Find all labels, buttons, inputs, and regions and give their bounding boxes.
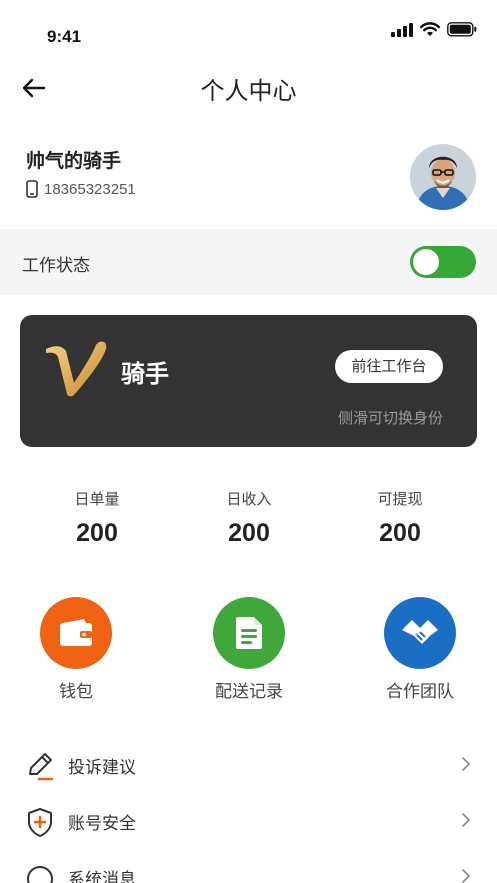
partner-team-button[interactable]: 合作团队 (360, 597, 480, 702)
signal-icon (391, 22, 413, 37)
delivery-records-circle (213, 597, 285, 669)
stat-value: 200 (76, 519, 118, 547)
page-title: 个人中心 (200, 77, 297, 105)
phone-icon (26, 180, 38, 198)
delivery-records-label: 配送记录 (215, 682, 283, 702)
stat-label: 日单量 (74, 490, 120, 508)
nav-bar: 个人中心 (0, 60, 497, 116)
chevron-right-icon (462, 813, 470, 827)
v-logo-icon (46, 341, 107, 397)
stats-row: 日单量 200 日收入 200 可提现 200 (0, 488, 497, 558)
menu-item-system-messages[interactable]: 系统消息 (0, 852, 497, 883)
stat-value: 200 (379, 519, 421, 547)
chevron-right-icon (462, 869, 470, 883)
profile-phone: 18365323251 (26, 180, 136, 198)
menu-list: 投诉建议 账号安全 系统消息 (0, 740, 497, 883)
status-time: 9:41 (47, 27, 82, 46)
role-name: 骑手 (121, 360, 169, 388)
pen-icon (29, 753, 54, 781)
battery-icon (447, 22, 477, 37)
menu-label: 系统消息 (68, 870, 136, 883)
partner-team-circle (384, 597, 456, 669)
menu-item-complaints[interactable]: 投诉建议 (0, 740, 497, 796)
go-to-workbench-button[interactable]: 前往工作台 (335, 350, 443, 383)
shield-icon (28, 808, 52, 837)
work-status-row: 工作状态 (0, 229, 497, 295)
menu-label: 投诉建议 (68, 758, 136, 778)
status-bar: 9:41 (0, 0, 497, 60)
work-status-label: 工作状态 (22, 256, 90, 276)
wallet-icon (60, 619, 92, 646)
toggle-knob (413, 249, 439, 275)
menu-label: 账号安全 (68, 814, 136, 834)
profile-name: 帅气的骑手 (26, 150, 122, 172)
handshake-icon (402, 620, 438, 644)
message-icon (27, 866, 53, 883)
document-icon (236, 617, 262, 649)
work-status-toggle[interactable] (410, 246, 476, 278)
profile-section: 帅气的骑手 18365323251 (0, 130, 497, 226)
avatar[interactable] (410, 144, 476, 210)
delivery-records-button[interactable]: 配送记录 (189, 597, 309, 702)
partner-team-label: 合作团队 (386, 682, 454, 702)
wallet-label: 钱包 (59, 682, 93, 702)
avatar-image (410, 144, 476, 210)
status-icons (391, 22, 477, 37)
stat-value: 200 (228, 519, 270, 547)
menu-item-account-security[interactable]: 账号安全 (0, 796, 497, 852)
quick-actions: 钱包 配送记录 合作团队 (0, 597, 497, 707)
chevron-right-icon (462, 757, 470, 771)
stat-daily-income: 日收入 200 (189, 488, 309, 548)
stat-label: 日收入 (226, 490, 272, 508)
stat-withdrawable: 可提现 200 (340, 488, 460, 548)
wallet-circle (40, 597, 112, 669)
stat-label: 可提现 (377, 490, 423, 508)
stat-daily-orders: 日单量 200 (37, 488, 157, 548)
wifi-icon (420, 22, 440, 36)
role-card[interactable]: 骑手 前往工作台 侧滑可切换身份 (20, 315, 477, 447)
phone-number: 18365323251 (44, 180, 136, 198)
swipe-hint: 侧滑可切换身份 (337, 409, 443, 427)
wallet-button[interactable]: 钱包 (16, 597, 136, 702)
